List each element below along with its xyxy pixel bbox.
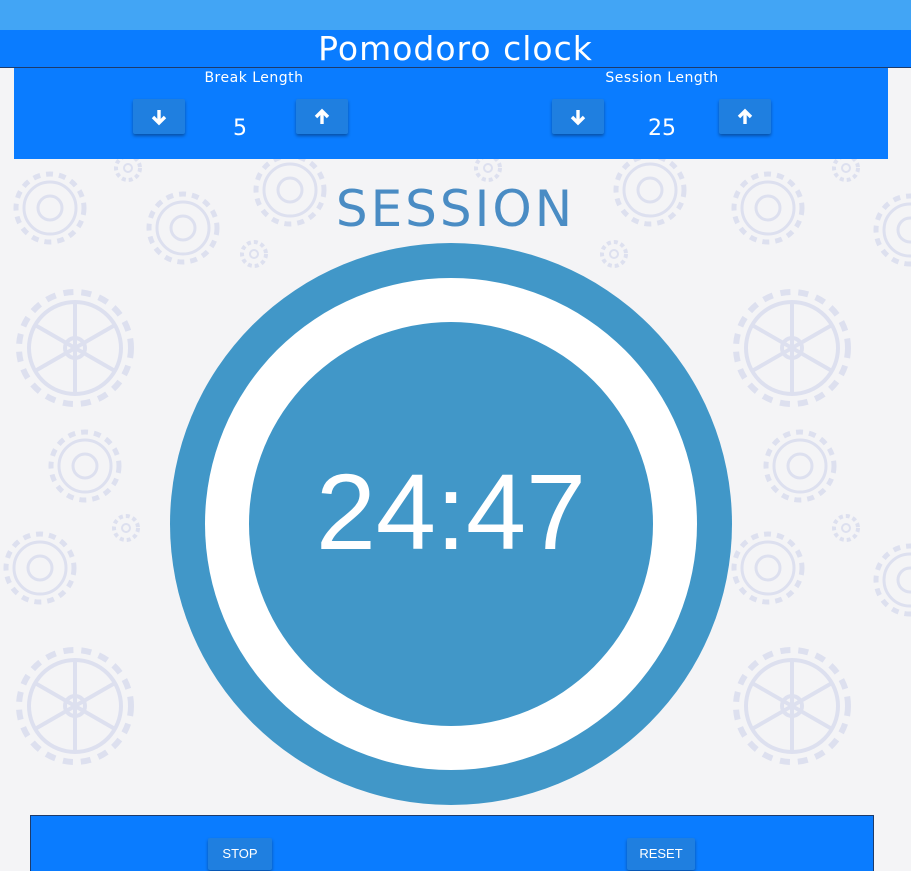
session-length-label: Session Length xyxy=(605,70,719,86)
session-length-value: 25 xyxy=(648,116,676,141)
break-length-label: Break Length xyxy=(204,70,304,86)
session-increment-button[interactable] xyxy=(719,99,771,134)
reset-button[interactable]: RESET xyxy=(627,838,695,870)
arrow-down-icon xyxy=(151,110,167,126)
browser-top-strip xyxy=(0,0,911,30)
break-increment-button[interactable] xyxy=(296,99,348,134)
break-decrement-button[interactable] xyxy=(133,99,185,134)
length-controls-panel: Break Length 5 Session Length 25 xyxy=(14,68,888,159)
session-decrement-button[interactable] xyxy=(552,99,604,134)
session-length-control: Session Length 25 xyxy=(532,68,792,159)
stop-button[interactable]: STOP xyxy=(208,838,272,870)
break-length-control: Break Length 5 xyxy=(124,68,384,159)
timer-status-label: SESSION xyxy=(335,180,576,238)
time-remaining-display: 24:47 xyxy=(315,451,587,572)
action-bar: STOP RESET xyxy=(30,815,874,871)
title-bar: Pomodoro clock xyxy=(0,30,911,68)
break-length-value: 5 xyxy=(233,116,247,141)
arrow-up-icon xyxy=(737,108,753,124)
arrow-up-icon xyxy=(314,108,330,124)
arrow-down-icon xyxy=(570,110,586,126)
app-title: Pomodoro clock xyxy=(318,29,593,68)
